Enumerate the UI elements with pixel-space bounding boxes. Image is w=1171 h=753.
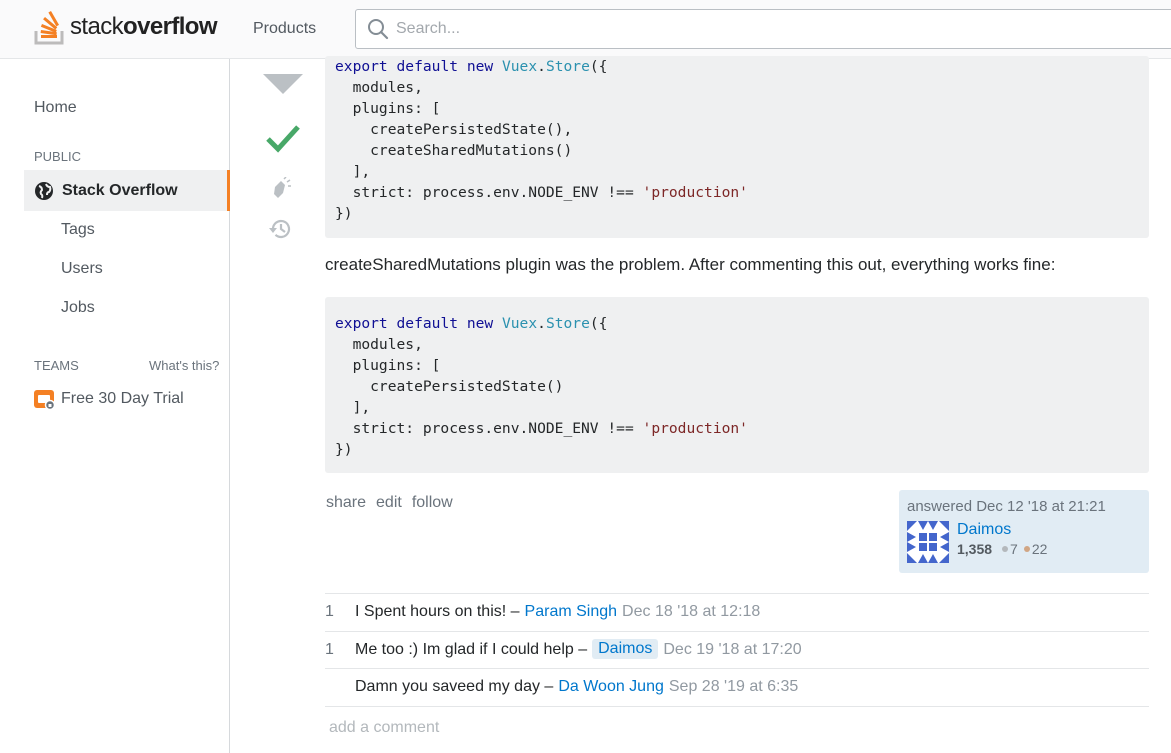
- whats-this-link[interactable]: What's this?: [149, 358, 219, 373]
- silver-badge-icon: [1002, 546, 1009, 552]
- code-block-2: export default new Vuex.Store({ modules,…: [325, 297, 1149, 473]
- comment-score: 1: [325, 640, 334, 658]
- user-name-link[interactable]: Daimos: [957, 521, 1047, 539]
- silver-badge-count: 7: [1010, 541, 1018, 557]
- nav-home[interactable]: Home: [34, 99, 77, 117]
- code-line: }): [335, 441, 353, 458]
- products-menu[interactable]: Products: [241, 10, 328, 48]
- user-reputation: 1,358 7 22: [957, 541, 1047, 557]
- comment-date[interactable]: Sep 28 '19 at 6:35: [669, 678, 798, 696]
- comments-list: 1 I Spent hours on this! – Param Singh D…: [325, 593, 1149, 707]
- stackoverflow-logo[interactable]: stackoverflow: [34, 9, 218, 45]
- comment-row: Damn you saveed my day – Da Woon Jung Se…: [325, 669, 1149, 707]
- bronze-badge-icon: [1023, 546, 1030, 552]
- left-sidebar: Home PUBLIC Stack Overflow Tags Users Jo…: [0, 59, 230, 753]
- comment-date[interactable]: Dec 18 '18 at 12:18: [622, 603, 760, 621]
- post-menu: share edit follow: [326, 494, 453, 512]
- comment-user-link[interactable]: Da Woon Jung: [558, 678, 664, 696]
- nav-jobs[interactable]: Jobs: [61, 299, 95, 317]
- comment-body: Me too :) Im glad if I could help – Daim…: [355, 638, 802, 659]
- comment-row: 1 I Spent hours on this! – Param Singh D…: [325, 594, 1149, 632]
- code-line: createPersistedState(): [335, 378, 564, 395]
- code-line: export default new Vuex.Store({: [335, 315, 608, 332]
- comment-body: Damn you saveed my day – Da Woon Jung Se…: [355, 678, 798, 696]
- user-signature-card: answered Dec 12 '18 at 21:21 Daimos 1,35…: [899, 490, 1149, 573]
- code-line: createSharedMutations(): [335, 142, 573, 159]
- follow-link[interactable]: follow: [412, 494, 453, 512]
- downvote-arrow-icon[interactable]: [263, 74, 303, 96]
- search-icon: [368, 19, 389, 40]
- code-line: plugins: [: [335, 100, 441, 117]
- code-line: createPersistedState(),: [335, 121, 573, 138]
- free-trial-label: Free 30 Day Trial: [61, 390, 184, 407]
- comment-text: Me too :) Im glad if I could help –: [355, 640, 588, 658]
- comment-body: I Spent hours on this! – Param Singh Dec…: [355, 603, 760, 621]
- public-section-label: PUBLIC: [34, 149, 81, 164]
- nav-stack-overflow[interactable]: Stack Overflow: [24, 170, 230, 211]
- code-line: modules,: [335, 336, 423, 353]
- bronze-badge-count: 22: [1031, 541, 1048, 557]
- code-line: strict: process.env.NODE_ENV !== 'produc…: [335, 420, 748, 437]
- code-line: ],: [335, 399, 371, 416]
- nav-users[interactable]: Users: [61, 260, 103, 278]
- code-line: export default new Vuex.Store({: [335, 58, 608, 75]
- add-comment-link[interactable]: add a comment: [329, 719, 439, 737]
- comment-row: 1 Me too :) Im glad if I could help – Da…: [325, 632, 1149, 669]
- search-box[interactable]: [355, 9, 1171, 49]
- comment-text: Damn you saveed my day –: [355, 678, 554, 695]
- share-link[interactable]: share: [326, 494, 366, 512]
- top-bar: stackoverflow Products: [0, 0, 1171, 59]
- user-info: Daimos 1,358 7 22: [907, 521, 1047, 563]
- briefcase-icon: [34, 390, 55, 410]
- code-line: plugins: [: [335, 357, 441, 374]
- comment-user-link[interactable]: Param Singh: [525, 603, 618, 621]
- user-avatar[interactable]: [907, 521, 949, 563]
- accepted-check-icon: [266, 125, 300, 153]
- code-line: }): [335, 205, 353, 222]
- edit-link[interactable]: edit: [376, 494, 402, 512]
- history-icon[interactable]: [269, 217, 293, 241]
- free-trial-link[interactable]: Free 30 Day Trial: [34, 388, 184, 410]
- answer-text: createSharedMutations plugin was the pro…: [325, 255, 1056, 274]
- code-line: modules,: [335, 79, 423, 96]
- code-line: strict: process.env.NODE_ENV !== 'produc…: [335, 184, 748, 201]
- stack-logo-icon: [34, 11, 64, 45]
- search-input[interactable]: [396, 20, 1096, 38]
- code-block-1: export default new Vuex.Store({ modules,…: [325, 56, 1149, 238]
- teams-section-label: TEAMS: [34, 358, 79, 373]
- comment-text: I Spent hours on this! –: [355, 603, 520, 620]
- bounty-award-icon[interactable]: [270, 177, 292, 201]
- comment-date[interactable]: Dec 19 '18 at 17:20: [663, 641, 801, 659]
- comment-user-link[interactable]: Daimos: [592, 638, 659, 659]
- globe-icon: [35, 181, 53, 200]
- reputation-score: 1,358: [957, 541, 993, 557]
- comment-score: 1: [325, 603, 334, 620]
- answered-timestamp[interactable]: answered Dec 12 '18 at 21:21: [907, 498, 1141, 515]
- code-line: ],: [335, 163, 371, 180]
- nav-tags[interactable]: Tags: [61, 221, 95, 239]
- nav-stack-overflow-label: Stack Overflow: [62, 181, 178, 199]
- logo-text: stackoverflow: [70, 13, 218, 40]
